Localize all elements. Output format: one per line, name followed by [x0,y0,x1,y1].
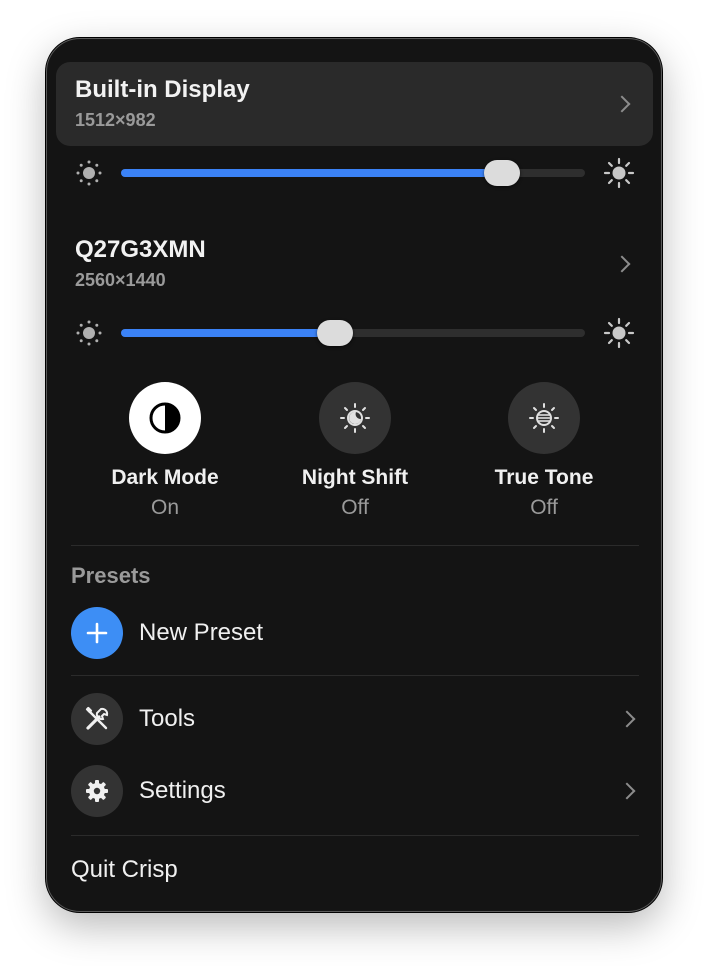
display-resolution: 2560×1440 [75,270,166,290]
new-preset-button[interactable]: New Preset [71,605,639,661]
presets-heading: Presets [71,563,151,588]
new-preset-label: New Preset [139,619,264,646]
true-tone-icon [529,403,559,433]
chevron-right-icon [618,710,636,728]
gear-icon [86,780,108,802]
brightness-slider-q27g3xmn[interactable] [47,313,661,353]
brightness-low-icon [76,320,102,346]
toggle-true-tone-button[interactable] [508,382,580,454]
settings-label: Settings [139,777,226,804]
chevron-right-icon [618,782,636,800]
toggle-true-tone[interactable]: True Tone Off [454,382,634,520]
brightness-high-icon [603,157,635,189]
settings-menu-item[interactable]: Settings [71,763,639,819]
brightness-low-icon [76,160,102,186]
toggle-label: Dark Mode [111,466,219,489]
toggle-night-shift-button[interactable] [319,382,391,454]
chevron-right-icon [613,95,631,113]
brightness-high-icon [603,317,635,349]
slider-track[interactable] [121,160,585,186]
tools-icon [85,706,109,730]
divider [71,835,639,836]
toggle-label: True Tone [494,466,594,489]
display-name: Built-in Display [75,76,250,103]
contrast-icon [149,402,181,434]
plus-icon [86,622,108,644]
display-item-built-in[interactable]: Built-in Display 1512×982 [56,62,653,146]
divider [71,675,639,676]
toggle-dark-mode-button[interactable] [129,382,201,454]
toggle-state: On [150,496,179,519]
slider-knob[interactable] [484,160,520,186]
toggle-state: Off [341,496,369,519]
slider-fill [121,169,502,177]
plus-icon-circle [71,607,123,659]
brightness-slider-built-in[interactable] [47,153,661,193]
chevron-right-icon [613,255,631,273]
display-name: Q27G3XMN [75,236,206,263]
settings-icon-circle [71,765,123,817]
slider-track[interactable] [121,320,585,346]
slider-knob[interactable] [317,320,353,346]
toggle-night-shift[interactable]: Night Shift Off [265,382,445,520]
toggle-label: Night Shift [301,466,409,489]
tools-icon-circle [71,693,123,745]
tools-label: Tools [139,705,196,732]
toggle-state: Off [530,496,558,519]
display-resolution: 1512×982 [75,110,156,130]
slider-fill [121,329,335,337]
night-shift-icon [340,403,370,433]
toggle-dark-mode[interactable]: Dark Mode On [75,382,255,520]
display-item-q27g3xmn[interactable]: Q27G3XMN 2560×1440 [56,222,653,306]
tools-menu-item[interactable]: Tools [71,691,639,747]
divider [71,545,639,546]
crisp-menu-panel: Built-in Display 1512×982 Q27G3XMN 2560×… [46,38,662,912]
quit-button[interactable]: Quit Crisp [71,856,178,884]
